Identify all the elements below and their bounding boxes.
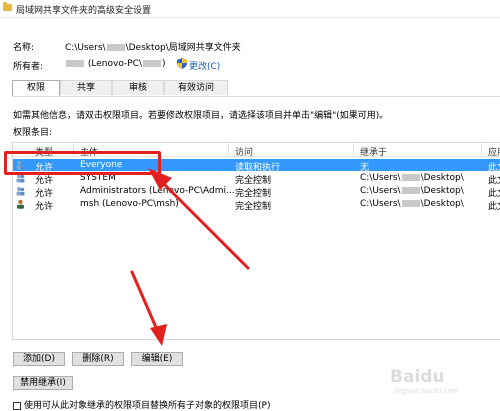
add-button[interactable]: 添加(D): [13, 352, 65, 366]
svg-text:Baidu: Baidu: [390, 367, 445, 387]
svg-text:jingyan.baidu.com: jingyan.baidu.com: [393, 387, 459, 395]
replace-child-permissions-option[interactable]: 使用可从此对象继承的权限项目替换所有子对象的权限项目(P): [13, 398, 270, 411]
annotation-arrow-icon: [130, 270, 167, 346]
annotation-arrows: [130, 168, 250, 346]
remove-button[interactable]: 删除(R): [72, 352, 124, 366]
edit-button[interactable]: 编辑(E): [131, 352, 183, 366]
annotation-arrow-icon: [148, 168, 250, 270]
disable-inheritance-button[interactable]: 禁用继承(I): [13, 376, 73, 390]
baidu-watermark-logo: Baidu jingyan.baidu.com: [390, 367, 459, 395]
replace-child-permissions-label: 使用可从此对象继承的权限项目替换所有子对象的权限项目(P): [24, 401, 271, 411]
